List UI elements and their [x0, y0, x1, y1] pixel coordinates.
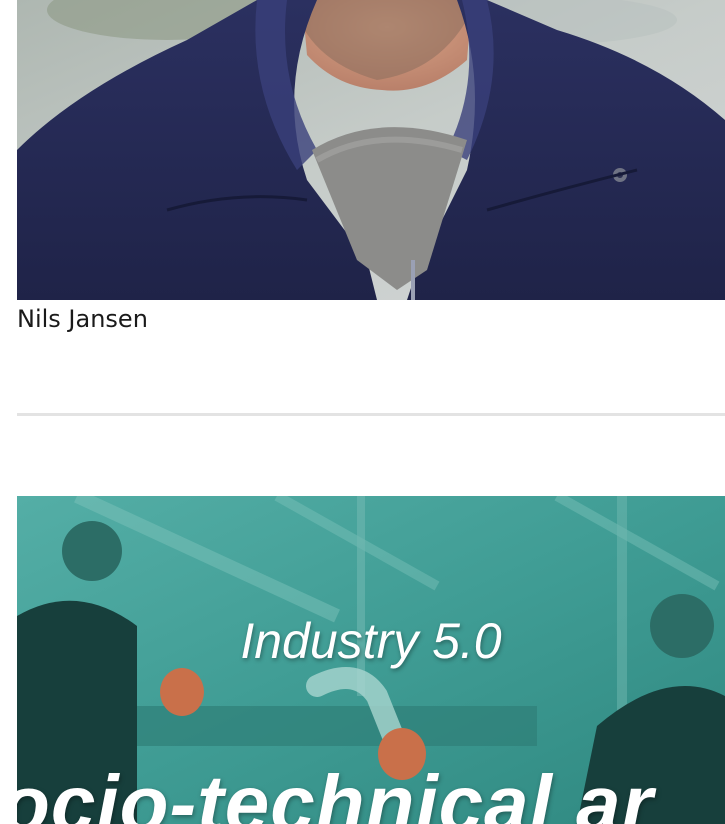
- teaser-title: Industry 5.0: [240, 613, 502, 669]
- page: Nils Jansen Industry 5.0 ocio-technical …: [0, 0, 725, 824]
- profile-photo[interactable]: [17, 0, 725, 300]
- teaser-image[interactable]: Industry 5.0 ocio-technical ar: [17, 496, 725, 824]
- profile-name: Nils Jansen: [17, 305, 148, 333]
- teaser-subtitle: ocio-technical ar: [17, 759, 654, 824]
- profile-photo-image: [17, 0, 725, 300]
- section-divider: [17, 413, 725, 416]
